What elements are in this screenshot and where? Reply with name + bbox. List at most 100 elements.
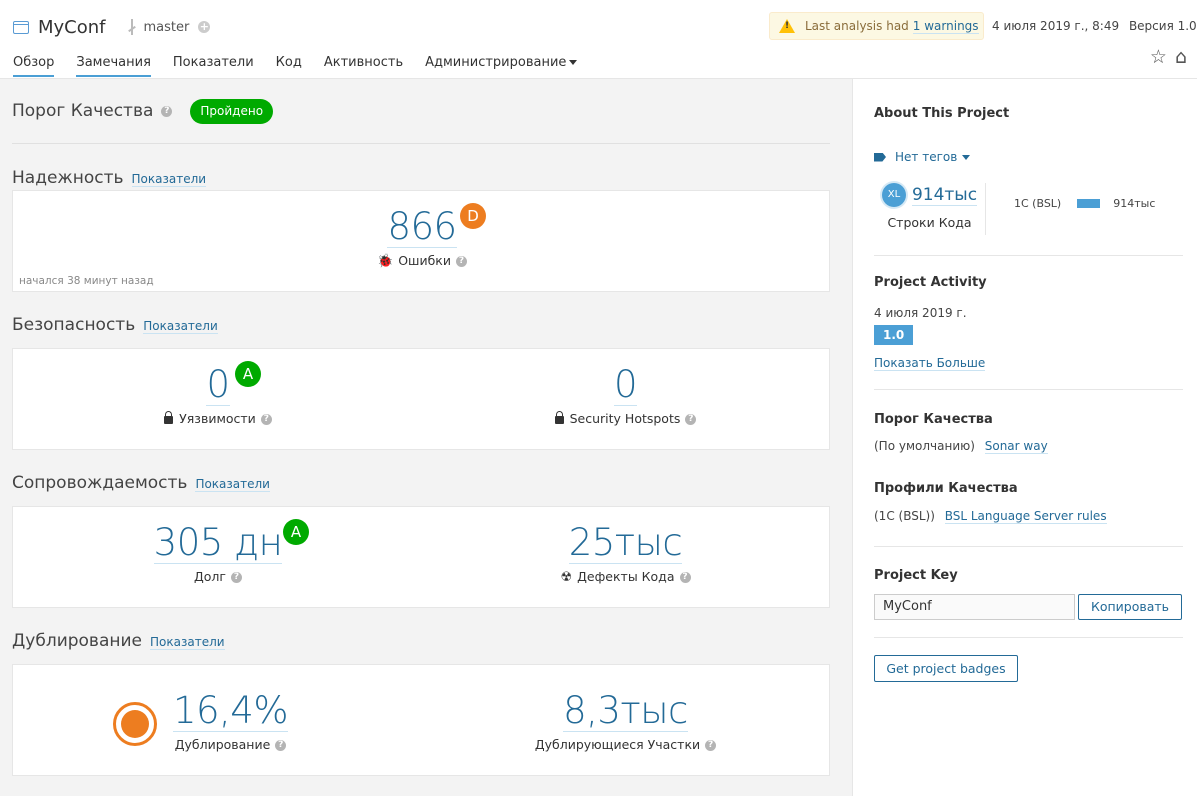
tab-overview[interactable]: Обзор — [13, 55, 55, 77]
chevron-down-icon — [569, 60, 578, 65]
tag-icon — [874, 152, 886, 162]
add-branch-icon[interactable]: + — [198, 21, 211, 33]
help-icon[interactable]: ? — [161, 105, 173, 117]
vulnerabilities-metric: 0 Уязвимости? — [113, 365, 323, 426]
analysis-date: 4 июля 2019 г., 8:49 — [992, 19, 1120, 33]
loc-label: Строки Кода — [887, 215, 972, 230]
about-title: About This Project — [874, 106, 1010, 121]
tab-issues[interactable]: Замечания — [76, 55, 151, 77]
maintainability-title: Сопровождаемость — [12, 473, 188, 493]
branch-name: master — [143, 19, 190, 35]
help-icon[interactable]: ? — [455, 256, 467, 267]
maintainability-measures-link[interactable]: Показатели — [195, 477, 270, 492]
vulnerabilities-value[interactable]: 0 — [206, 365, 230, 406]
project-nav: Обзор Замечания Показатели Код Активност… — [13, 55, 599, 77]
project-key-row: MyConf Копировать — [874, 594, 1183, 620]
analysis-version: Версия 1.0 — [1128, 19, 1197, 33]
lock-icon — [554, 411, 564, 424]
security-title: Безопасность — [12, 315, 136, 335]
quality-profile-row: (1С (BSL)) BSL Language Server rules — [874, 509, 1183, 524]
debt-value[interactable]: 305 дн — [153, 523, 283, 564]
analysis-warning-banner: ! Last analysis had 1 warnings — [769, 12, 984, 40]
get-project-badges-button[interactable]: Get project badges — [874, 655, 1018, 682]
quality-profile-link[interactable]: BSL Language Server rules — [944, 509, 1107, 524]
leak-period-started: начался 38 минут назад — [19, 275, 154, 287]
tab-activity[interactable]: Активность — [324, 55, 403, 77]
warning-text: Last analysis had — [805, 19, 909, 33]
code-smells-metric: 25тыс ☢ Дефекты Кода? — [513, 523, 738, 585]
duplicated-blocks-value[interactable]: 8,3тыс — [563, 691, 688, 732]
hotspots-label: Security Hotspots — [569, 411, 681, 426]
home-icon[interactable]: ⌂ — [1175, 46, 1187, 68]
quality-gate-title: Порог Качества — [12, 101, 154, 121]
show-more-link[interactable]: Показать Больше — [874, 356, 986, 371]
quality-gate-sidebar-row: (По умолчанию) Sonar way — [874, 439, 1183, 454]
quality-gate-link[interactable]: Sonar way — [984, 439, 1048, 454]
debt-label: Долг — [194, 569, 226, 584]
security-section-title: Безопасность Показатели — [12, 315, 830, 337]
code-smells-label: Дефекты Кода — [577, 569, 675, 584]
chevron-down-icon — [962, 154, 971, 160]
project-key-input[interactable]: MyConf — [874, 594, 1075, 620]
quality-profile-language: (1С (BSL)) — [874, 509, 935, 523]
show-more-row: Показать Больше — [874, 356, 1183, 371]
bugs-value[interactable]: 866 — [387, 207, 457, 248]
help-icon[interactable]: ? — [685, 414, 697, 425]
project-name[interactable]: MyConf — [38, 17, 106, 38]
security-measures-link[interactable]: Показатели — [143, 319, 218, 334]
quality-gate-sidebar-title: Порог Качества — [874, 412, 993, 427]
help-icon[interactable]: ? — [705, 740, 717, 751]
language-loc: 914тыс — [1113, 197, 1156, 210]
quality-profiles-title: Профили Качества — [874, 481, 1018, 496]
loc-value[interactable]: 914тыс — [911, 185, 978, 206]
warnings-link[interactable]: 1 warnings — [912, 19, 979, 34]
duplication-donut-icon — [113, 702, 157, 746]
reliability-section-title: Надежность Показатели — [12, 168, 830, 190]
activity-version-badge: 1.0 — [874, 325, 914, 345]
reliability-measures-link[interactable]: Показатели — [131, 172, 207, 187]
tab-administration[interactable]: Администрирование — [425, 55, 578, 77]
duplication-title: Дублирование — [12, 631, 142, 651]
main-content: Порог Качества ? Пройдено Надежность Пок… — [12, 79, 830, 776]
hotspots-value[interactable]: 0 — [613, 365, 638, 406]
quality-gate-row: Порог Качества ? Пройдено — [12, 79, 830, 144]
duplication-card: 16,4% Дублирование? 8,3тыс Дублирующиеся… — [12, 664, 830, 776]
security-card: 0 Уязвимости? A 0 Security Hotspots? — [12, 348, 830, 450]
duplication-density-value[interactable]: 16,4% — [172, 691, 289, 732]
maintainability-card: 305 дн Долг? A 25тыс ☢ Дефекты Кода? — [12, 506, 830, 608]
bugs-rating-badge[interactable]: D — [460, 203, 486, 229]
help-icon[interactable]: ? — [260, 414, 272, 425]
lock-icon — [164, 411, 174, 424]
reliability-card: 866 🐞 Ошибки? D начался 38 минут назад — [12, 190, 830, 292]
top-bar: MyConf master + ! Last analysis had 1 wa… — [0, 0, 1197, 79]
tab-administration-label: Администрирование — [425, 55, 567, 70]
tab-code[interactable]: Код — [276, 55, 302, 77]
code-smells-value[interactable]: 25тыс — [568, 523, 683, 564]
divider — [874, 546, 1183, 547]
help-icon[interactable]: ? — [679, 572, 691, 583]
duplication-measures-link[interactable]: Показатели — [150, 635, 225, 650]
help-icon[interactable]: ? — [230, 572, 242, 583]
star-icon[interactable]: ☆ — [1150, 46, 1167, 68]
code-smell-icon: ☢ — [560, 570, 573, 585]
tags-selector[interactable]: Нет тегов — [874, 150, 1183, 164]
activity-version-row: 1.0 — [874, 325, 1183, 345]
reliability-title: Надежность — [12, 168, 124, 188]
project-icon — [13, 20, 29, 34]
quality-gate-default-label: (По умолчанию) — [874, 439, 975, 453]
vulnerabilities-label: Уязвимости — [179, 411, 256, 426]
tags-label: Нет тегов — [895, 150, 958, 164]
badges-row: Get project badges — [874, 655, 1183, 682]
branch-icon — [128, 19, 136, 35]
divider — [874, 255, 1183, 256]
analysis-meta: 4 июля 2019 г., 8:49 Версия 1.0 — [992, 19, 1197, 33]
branch-selector[interactable]: master + — [128, 19, 211, 35]
language-bar — [1077, 199, 1101, 208]
vulnerabilities-rating-badge[interactable]: A — [235, 361, 261, 387]
quality-gate-status-badge: Пройдено — [190, 98, 274, 124]
maintainability-section-title: Сопровождаемость Показатели — [12, 473, 830, 495]
tab-measures[interactable]: Показатели — [173, 55, 254, 77]
help-icon[interactable]: ? — [275, 740, 287, 751]
copy-key-button[interactable]: Копировать — [1078, 594, 1182, 620]
debt-rating-badge[interactable]: A — [283, 519, 309, 545]
